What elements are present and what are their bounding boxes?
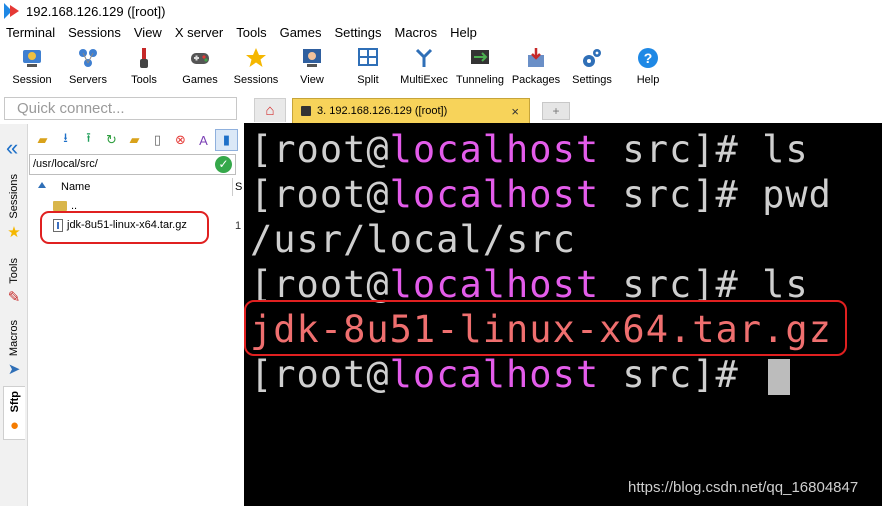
folder-up-icon — [53, 201, 67, 211]
view-icon — [300, 46, 324, 70]
games-icon — [188, 46, 212, 70]
svg-text:?: ? — [644, 50, 653, 66]
sftp-icon: ● — [9, 417, 20, 435]
collapse-panel-icon[interactable]: « — [6, 137, 18, 159]
tunneling-button[interactable]: Tunneling — [452, 43, 508, 86]
refresh-icon[interactable]: ↻ — [100, 129, 123, 151]
terminal-tab-icon — [301, 106, 311, 116]
side-tab-strip: « Sessions ★ Tools ✎ Macros ➤ Sftp ● — [0, 124, 28, 506]
new-tab-button[interactable]: + — [542, 102, 570, 120]
home-icon: ⌂ — [265, 102, 275, 119]
menu-terminal[interactable]: Terminal — [6, 25, 55, 40]
split-icon — [356, 46, 380, 70]
upload-icon[interactable]: ⭱ — [77, 129, 100, 151]
file-highlight-annotation — [40, 211, 209, 244]
terminal-highlight-annotation — [244, 300, 847, 356]
session-tab-bar: ⌂ 3. 192.168.126.129 ([root]) × + — [244, 97, 882, 123]
new-folder-icon[interactable]: ▰ — [123, 129, 146, 151]
help-button[interactable]: ? Help — [620, 43, 676, 86]
menu-macros[interactable]: Macros — [394, 25, 437, 40]
view-button[interactable]: View — [284, 43, 340, 86]
packages-button[interactable]: Packages — [508, 43, 564, 86]
side-tab-tools[interactable]: Tools ✎ — [3, 258, 25, 306]
menu-help[interactable]: Help — [450, 25, 477, 40]
session-button[interactable]: Session — [4, 43, 60, 86]
open-folder-icon[interactable]: ▰ — [31, 129, 54, 151]
star-icon — [244, 46, 268, 70]
tools-icon — [132, 46, 156, 70]
side-tab-sessions[interactable]: Sessions ★ — [3, 174, 25, 241]
menu-sessions[interactable]: Sessions — [68, 25, 121, 40]
file-list-header: Name S — [29, 178, 243, 196]
file-size-truncated: 1 — [235, 220, 242, 232]
menu-view[interactable]: View — [134, 25, 162, 40]
menu-bar: Terminal Sessions View X server Tools Ga… — [0, 22, 882, 42]
multiexec-button[interactable]: MultiExec — [396, 43, 452, 86]
sftp-path-field[interactable]: /usr/local/src/ ✓ — [29, 154, 236, 175]
paper-plane-icon: ➤ — [7, 361, 21, 379]
packages-icon — [524, 46, 548, 70]
terminal-cursor — [768, 358, 791, 395]
column-name-header[interactable]: Name — [61, 181, 90, 193]
confirm-path-icon[interactable]: ✓ — [215, 156, 232, 173]
tunneling-icon — [468, 46, 492, 70]
menu-x-server[interactable]: X server — [175, 25, 223, 40]
quick-connect-input[interactable]: Quick connect... — [4, 97, 237, 120]
sort-ascending-icon[interactable] — [38, 182, 46, 188]
menu-tools[interactable]: Tools — [236, 25, 266, 40]
multiexec-icon — [412, 46, 436, 70]
sftp-toolbar: ▰ ⭳ ⭱ ↻ ▰ ▯ ⊗ A ▮ — [31, 128, 238, 152]
home-tab[interactable]: ⌂ — [254, 98, 286, 122]
follow-terminal-icon[interactable]: ▮ — [215, 129, 238, 151]
app-logo-icon — [4, 3, 20, 19]
plus-icon: + — [552, 104, 560, 118]
tab-session-3-label: 3. 192.168.126.129 ([root]) — [317, 105, 448, 117]
title-bar: 192.168.126.129 ([root]) — [0, 0, 882, 22]
sessions-button[interactable]: Sessions — [228, 43, 284, 86]
close-tab-icon[interactable]: × — [511, 104, 519, 119]
session-icon — [20, 46, 44, 70]
terminal-line-2: [root@localhost src]# pwd — [250, 173, 832, 216]
tools-icon: ✎ — [7, 288, 21, 306]
sftp-path-value: /usr/local/src/ — [33, 158, 98, 170]
servers-button[interactable]: Servers — [60, 43, 116, 86]
menu-settings[interactable]: Settings — [335, 25, 382, 40]
tools-button[interactable]: Tools — [116, 43, 172, 86]
tab-session-3[interactable]: 3. 192.168.126.129 ([root]) × — [292, 98, 530, 123]
side-tab-macros[interactable]: Macros ➤ — [3, 320, 25, 378]
games-button[interactable]: Games — [172, 43, 228, 86]
download-icon[interactable]: ⭳ — [54, 129, 77, 151]
servers-icon — [76, 46, 100, 70]
window-title: 192.168.126.129 ([root]) — [26, 3, 166, 19]
main-toolbar: Session Servers Tools Games Sessions Vie… — [0, 43, 882, 93]
help-icon: ? — [636, 46, 660, 70]
terminal-line-3: /usr/local/src — [250, 218, 576, 261]
settings-icon — [580, 46, 604, 70]
menu-games[interactable]: Games — [280, 25, 322, 40]
star-icon: ★ — [7, 223, 21, 241]
rename-icon[interactable]: A — [192, 129, 215, 151]
terminal-line-6: [root@localhost src]# — [250, 352, 791, 397]
split-button[interactable]: Split — [340, 43, 396, 86]
sftp-panel: ▰ ⭳ ⭱ ↻ ▰ ▯ ⊗ A ▮ /usr/local/src/ ✓ Name… — [29, 124, 243, 506]
column-size-header[interactable]: S — [232, 178, 242, 196]
watermark: https://blog.csdn.net/qq_16804847 — [628, 479, 859, 496]
new-file-icon[interactable]: ▯ — [146, 129, 169, 151]
delete-icon[interactable]: ⊗ — [169, 129, 192, 151]
terminal-line-1: [root@localhost src]# ls — [250, 128, 809, 171]
side-tab-sftp[interactable]: Sftp ● — [3, 386, 25, 440]
settings-button[interactable]: Settings — [564, 43, 620, 86]
